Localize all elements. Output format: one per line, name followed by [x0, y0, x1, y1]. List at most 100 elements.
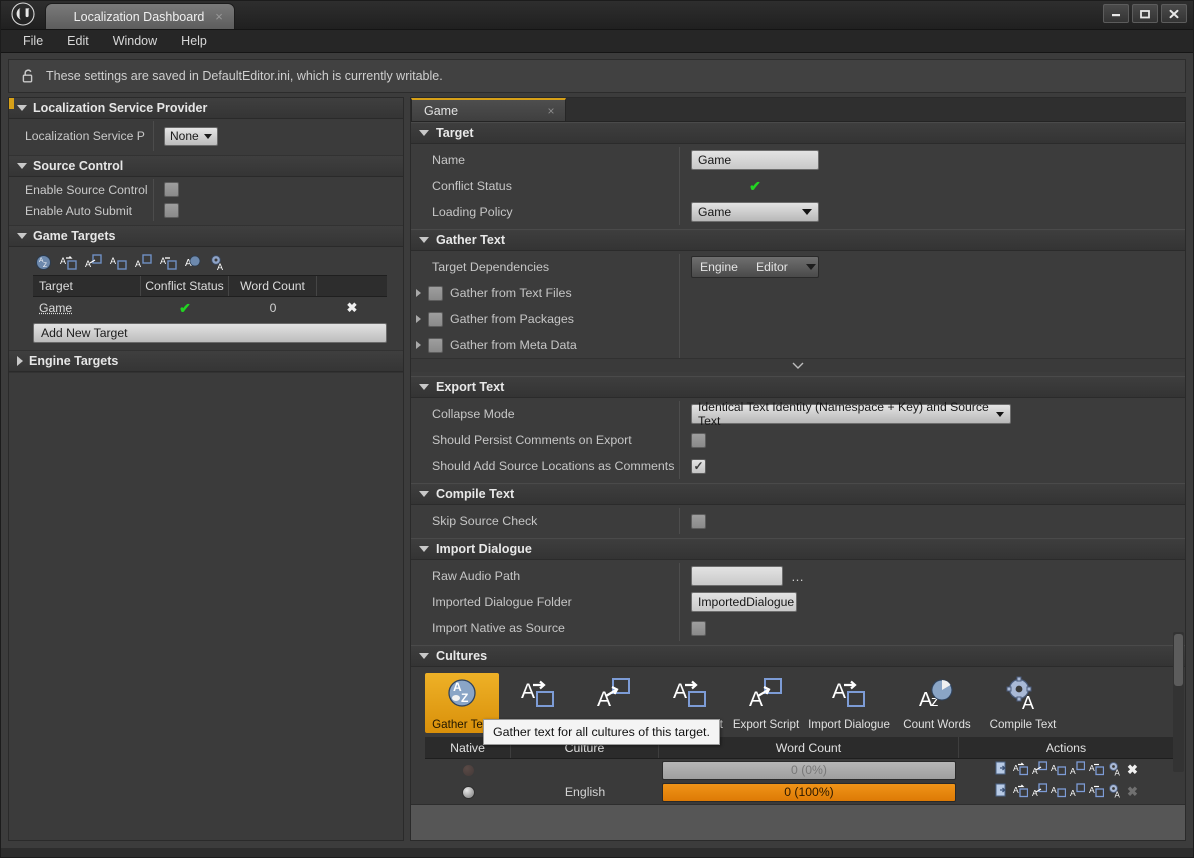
- target-name-link[interactable]: Game: [39, 301, 72, 315]
- section-source-control[interactable]: Source Control: [9, 156, 403, 177]
- chevron-right-icon[interactable]: [416, 315, 421, 323]
- column-header-actions: Actions: [1045, 740, 1087, 755]
- export-text-icon[interactable]: A: [1032, 783, 1048, 801]
- section-title: Import Dialogue: [436, 542, 532, 556]
- compile-text-icon[interactable]: A: [1108, 783, 1123, 801]
- section-gather-text[interactable]: Gather Text: [411, 229, 1185, 251]
- compile-text-icon[interactable]: A: [1108, 761, 1123, 779]
- cultures-export-script-button[interactable]: A Export Script: [729, 673, 803, 733]
- maximize-button[interactable]: [1132, 4, 1158, 23]
- bottom-scrollbar[interactable]: [1, 848, 1193, 857]
- divider: [679, 427, 680, 453]
- gather-from-text-files-checkbox[interactable]: [428, 285, 443, 301]
- export-text-icon[interactable]: A: [1032, 761, 1048, 779]
- menu-edit[interactable]: Edit: [55, 32, 101, 50]
- chevron-right-icon[interactable]: [416, 289, 421, 297]
- tab-game[interactable]: Game ×: [411, 98, 566, 121]
- source-locations-comments-checkbox[interactable]: ✓: [691, 458, 706, 474]
- section-target[interactable]: Target: [411, 122, 1185, 144]
- import-native-as-source-checkbox[interactable]: [691, 620, 706, 636]
- add-new-target-button[interactable]: Add New Target: [33, 323, 387, 343]
- export-text-icon[interactable]: A: [85, 254, 102, 271]
- import-script-icon[interactable]: A: [1051, 761, 1067, 779]
- target-dependencies-dropdown[interactable]: Engine Editor: [691, 256, 819, 278]
- enable-auto-submit-checkbox[interactable]: [164, 203, 179, 218]
- export-script-icon[interactable]: A: [135, 254, 152, 271]
- cultures-import-dialogue-button[interactable]: A Import Dialogue: [805, 673, 893, 733]
- cultures-count-words-button[interactable]: A z Count Words: [895, 673, 979, 733]
- collapse-mode-dropdown[interactable]: Identical Text Identity (Namespace + Key…: [691, 400, 1011, 428]
- enable-source-control-checkbox[interactable]: [164, 182, 179, 197]
- cultures-compile-text-button[interactable]: A Compile Text: [981, 673, 1065, 733]
- close-button[interactable]: [1161, 4, 1187, 23]
- native-radio[interactable]: [461, 785, 475, 799]
- service-provider-dropdown[interactable]: None: [164, 126, 218, 146]
- export-script-icon[interactable]: A: [1070, 761, 1086, 779]
- import-dialogue-icon[interactable]: A: [1089, 783, 1105, 801]
- export-script-icon: A: [747, 676, 785, 717]
- import-script-icon[interactable]: A: [110, 254, 127, 271]
- cultures-import-dialogue-label: Import Dialogue: [808, 718, 890, 731]
- section-import-dialogue[interactable]: Import Dialogue: [411, 538, 1185, 560]
- section-compile-text[interactable]: Compile Text: [411, 483, 1185, 505]
- table-row[interactable]: English 0 (100%) A A A A A A ✖: [425, 781, 1173, 803]
- conflict-status-label: Conflict Status: [432, 179, 512, 193]
- tab-close-icon[interactable]: ×: [543, 104, 559, 118]
- gather-from-packages-label: Gather from Packages: [450, 312, 574, 326]
- localization-dashboard-window: Localization Dashboard × File Edit Windo…: [0, 0, 1194, 858]
- import-text-icon[interactable]: A: [60, 254, 77, 271]
- import-script-icon[interactable]: A: [1051, 783, 1067, 801]
- persist-comments-checkbox[interactable]: [691, 432, 706, 448]
- raw-audio-path-row: Raw Audio Path …: [411, 563, 1185, 589]
- divider: [679, 306, 680, 332]
- edit-translations-icon[interactable]: [994, 761, 1009, 779]
- section-engine-targets[interactable]: Engine Targets: [9, 351, 403, 372]
- import-text-icon[interactable]: A: [1013, 761, 1029, 779]
- import-text-icon[interactable]: A: [1013, 783, 1029, 801]
- conflict-status-check-icon: ✔: [749, 177, 761, 194]
- gather-from-meta-data-checkbox[interactable]: [428, 337, 443, 353]
- skip-source-check-checkbox[interactable]: [691, 513, 706, 529]
- panel-accent-bar: [9, 98, 14, 109]
- cultures-scrollbar[interactable]: [1173, 632, 1184, 772]
- export-script-icon[interactable]: A: [1070, 783, 1086, 801]
- loading-policy-dropdown[interactable]: Game: [691, 202, 819, 222]
- gather-from-packages-checkbox[interactable]: [428, 311, 443, 327]
- minimize-button[interactable]: [1103, 4, 1129, 23]
- import-dialogue-icon[interactable]: A: [1089, 761, 1105, 779]
- gather-text-icon[interactable]: A Z: [35, 254, 52, 271]
- section-cultures[interactable]: Cultures: [411, 645, 1185, 667]
- menu-window[interactable]: Window: [101, 32, 169, 50]
- section-export-text[interactable]: Export Text: [411, 376, 1185, 398]
- compile-text-icon[interactable]: A: [210, 254, 227, 271]
- column-header-target[interactable]: Target: [33, 276, 141, 296]
- chevron-down-icon: [17, 163, 27, 169]
- chevron-down-icon: [203, 133, 212, 139]
- scrollbar-thumb[interactable]: [1174, 634, 1183, 686]
- menu-help[interactable]: Help: [169, 32, 219, 50]
- delete-target-icon[interactable]: ✖: [347, 300, 358, 316]
- delete-culture-icon[interactable]: ✖: [1127, 762, 1138, 778]
- column-header-word-count[interactable]: Word Count: [229, 276, 317, 296]
- native-radio[interactable]: [461, 763, 475, 777]
- expand-more-button[interactable]: [411, 358, 1185, 372]
- edit-translations-icon[interactable]: [994, 783, 1009, 801]
- import-dialogue-icon[interactable]: A: [160, 254, 177, 271]
- menu-file[interactable]: File: [11, 32, 55, 50]
- section-localization-service-provider[interactable]: Localization Service Provider: [9, 98, 403, 119]
- section-game-targets[interactable]: Game Targets: [9, 226, 403, 247]
- game-targets-body: A Z A A A A A A A Target Conflict Status…: [9, 247, 403, 351]
- count-words-icon[interactable]: A: [185, 254, 202, 271]
- imported-dialogue-folder-input[interactable]: ImportedDialogue: [691, 592, 797, 612]
- raw-audio-path-input[interactable]: [691, 566, 783, 586]
- window-tab-close-icon[interactable]: ×: [210, 10, 228, 23]
- section-title: Compile Text: [436, 487, 515, 501]
- window-tab-localization-dashboard[interactable]: Localization Dashboard ×: [45, 3, 235, 29]
- chevron-right-icon[interactable]: [416, 341, 421, 349]
- column-header-conflict-status[interactable]: Conflict Status: [141, 276, 229, 296]
- target-name-input[interactable]: Game: [691, 150, 819, 170]
- table-row[interactable]: Game ✔ 0 ✖: [33, 297, 387, 319]
- browse-folder-icon[interactable]: …: [791, 570, 805, 583]
- table-row[interactable]: 0 (0%) A A A A A A ✖: [425, 759, 1173, 781]
- gather-from-text-files-row: Gather from Text Files: [411, 280, 1185, 306]
